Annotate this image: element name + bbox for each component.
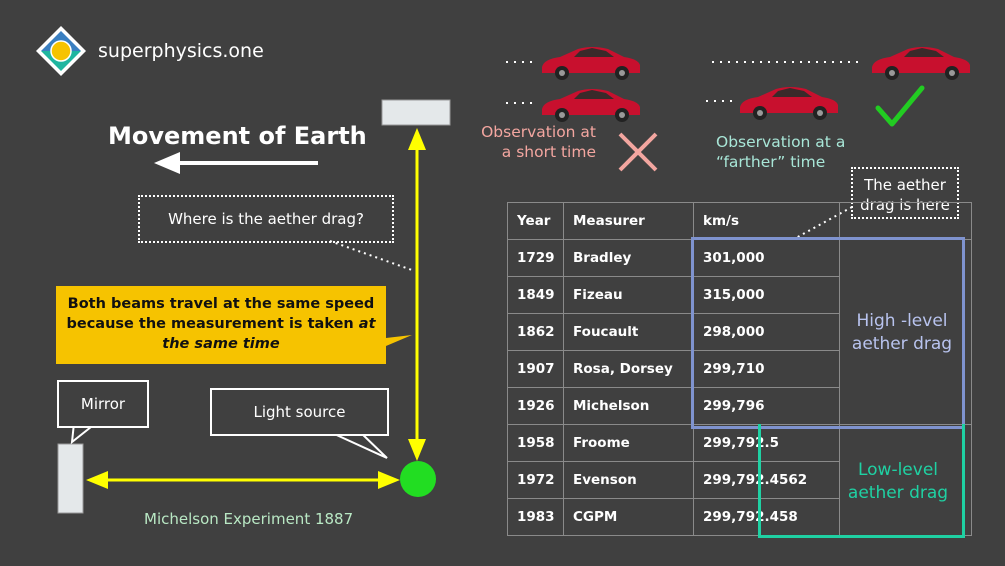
callout-line-1: Both beams travel at the same speed (67, 296, 375, 312)
cell-measurer: Froome (563, 424, 694, 462)
cell-year: 1862 (507, 313, 564, 351)
observation-short-text: Observation at a short time (481, 123, 596, 161)
cell-year: 1926 (507, 387, 564, 425)
car-icon (542, 89, 640, 122)
callout-line-2: because the measurement is taken (66, 316, 359, 332)
header-kms: km/s (693, 202, 840, 240)
observation-far-text: Observation at a “farther” time (716, 133, 846, 171)
cell-measurer: Rosa, Dorsey (563, 350, 694, 388)
aether-question-text: Where is the aether drag? (168, 210, 364, 228)
cell-measurer: CGPM (563, 498, 694, 536)
car-icon (542, 47, 640, 80)
header-year: Year (507, 202, 564, 240)
light-source-icon (400, 461, 436, 497)
cell-year: 1972 (507, 461, 564, 499)
cell-year: 1849 (507, 276, 564, 314)
cell-measurer: Evenson (563, 461, 694, 499)
high-level-drag-label: High -level aether drag (851, 311, 953, 354)
cell-year: 1983 (507, 498, 564, 536)
beam-arrowhead-left (86, 471, 108, 489)
light-source-bubble: Light source (210, 388, 389, 436)
car-icon (872, 47, 970, 80)
same-speed-callout: Both beams travel at the same speed beca… (56, 286, 386, 364)
beam-arrowhead-down (408, 439, 426, 461)
beam-arrowhead-right (378, 471, 400, 489)
aether-question-bubble: Where is the aether drag? (138, 195, 394, 243)
mirror-label: Mirror (80, 395, 126, 413)
low-level-drag-label: Low-level aether drag (847, 460, 949, 503)
header-measurer: Measurer (563, 202, 694, 240)
cell-measurer: Fizeau (563, 276, 694, 314)
cell-measurer: Foucault (563, 313, 694, 351)
cell-year: 1907 (507, 350, 564, 388)
car-icon (740, 87, 838, 120)
cell-measurer: Michelson (563, 387, 694, 425)
side-mirror (57, 443, 84, 514)
light-source-label: Light source (253, 403, 346, 421)
mirror-bubble: Mirror (57, 380, 149, 428)
table-header-row: Year Measurer km/s (507, 202, 972, 240)
cell-year: 1729 (507, 239, 564, 277)
callout-line-3: the same time (162, 336, 280, 352)
beam-arrowhead-up (408, 128, 426, 150)
cell-measurer: Bradley (563, 239, 694, 277)
top-mirror (381, 99, 451, 126)
cell-year: 1958 (507, 424, 564, 462)
michelson-diagram (57, 99, 451, 514)
check-icon (875, 85, 925, 127)
experiment-caption: Michelson Experiment 1887 (144, 510, 354, 528)
cross-icon (618, 132, 658, 172)
callout-emphasis: at (358, 316, 376, 332)
header-empty (839, 202, 972, 240)
